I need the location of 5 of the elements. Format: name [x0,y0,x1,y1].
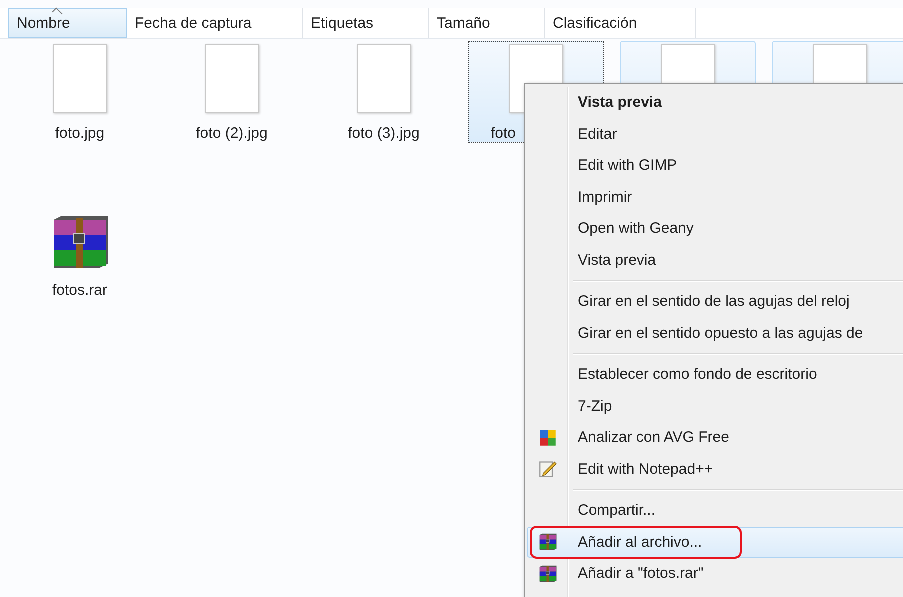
file-name: foto (2).jpg [196,125,268,142]
file-name: foto (3).jpg [348,125,420,142]
file-name: foto [491,125,516,142]
file-name: fotos.rar [52,282,108,299]
file-name: foto.jpg [55,125,105,142]
